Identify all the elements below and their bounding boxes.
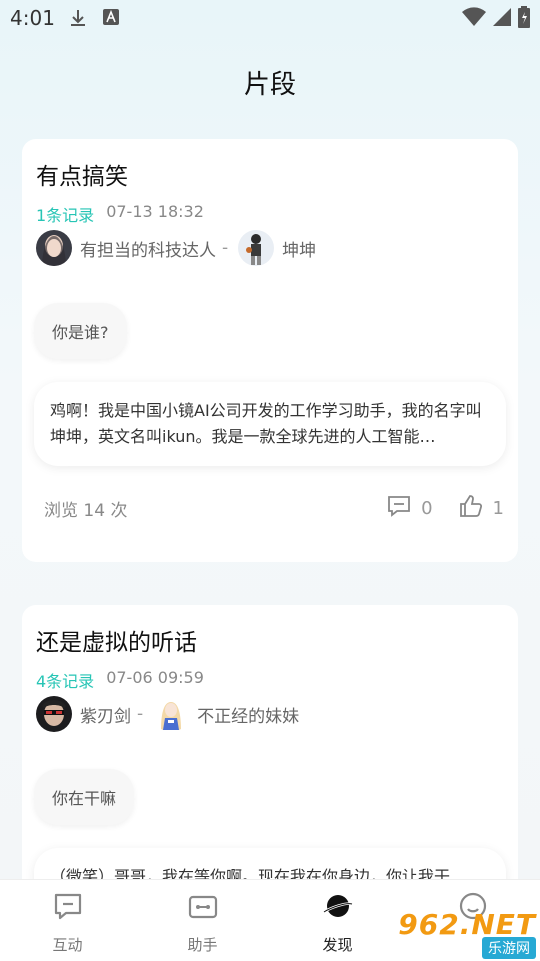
card-title: 还是虚拟的听话	[36, 630, 197, 656]
avatar[interactable]	[238, 230, 275, 266]
wifi-icon	[462, 7, 486, 31]
user-name: 不正经的妹妹	[197, 706, 300, 727]
a-notification-icon	[102, 8, 120, 30]
view-count: 浏览 14 次	[44, 501, 128, 521]
status-bar: 4:01	[0, 0, 540, 36]
chat-icon	[53, 892, 83, 926]
question-bubble: 你在干嘛	[34, 769, 135, 825]
record-count[interactable]: 4条记录	[36, 668, 94, 692]
card-meta: 4条记录 07-06 09:59	[36, 668, 204, 692]
participants: 紫刃剑 - 不正经的妹妹	[36, 696, 299, 732]
nav-label: 发现	[322, 936, 353, 954]
like-count: 1	[492, 498, 504, 519]
comment-count: 0	[421, 498, 433, 519]
separator: -	[222, 238, 229, 258]
comment-icon	[387, 495, 411, 522]
fragment-card[interactable]: 有点搞笑 1条记录 07-13 18:32 有担当的科技达人 - 坤坤 你是谁?…	[22, 139, 518, 562]
separator: -	[137, 704, 144, 724]
watermark-top: 962.NET	[398, 907, 536, 941]
question-bubble: 你是谁?	[34, 303, 127, 359]
battery-icon	[518, 6, 530, 32]
answer-bubble: 鸡啊！我是中国小镜AI公司开发的工作学习助手，我的名字叫坤坤，英文名叫ikun。…	[34, 382, 506, 466]
avatar[interactable]	[36, 696, 72, 732]
user-name: 紫刃剑	[80, 706, 131, 727]
nav-label: 互动	[52, 936, 83, 954]
avatar[interactable]	[153, 696, 190, 732]
watermark-bottom: 乐游网	[482, 936, 536, 959]
nav-item-interaction[interactable]: 互动	[0, 880, 135, 961]
record-count[interactable]: 1条记录	[36, 202, 94, 226]
card-date: 07-06 09:59	[106, 668, 204, 687]
avatar[interactable]	[36, 230, 72, 266]
user-name: 坤坤	[282, 240, 317, 261]
nav-label: 助手	[187, 936, 218, 954]
like-stat[interactable]: 1	[459, 495, 504, 522]
card-date: 07-13 18:32	[106, 202, 204, 221]
comment-stat[interactable]: 0	[387, 495, 433, 522]
watermark-logo: 962.NET 乐游网	[398, 907, 536, 959]
nav-item-assistant[interactable]: 助手	[135, 880, 270, 961]
participants: 有担当的科技达人 - 坤坤	[36, 230, 316, 266]
page-title: 片段	[243, 70, 296, 100]
status-time: 4:01	[10, 6, 55, 30]
fragment-card[interactable]: 还是虚拟的听话 4条记录 07-06 09:59 紫刃剑 - 不正经的妹妹 你在…	[22, 605, 518, 906]
card-meta: 1条记录 07-13 18:32	[36, 202, 204, 226]
user-name: 有担当的科技达人	[80, 240, 216, 261]
thumbs-up-icon	[459, 495, 483, 522]
nav-item-discover[interactable]: 发现	[270, 880, 405, 961]
card-footer: 浏览 14 次 0 1	[44, 495, 504, 522]
signal-icon	[492, 7, 512, 31]
robot-icon	[188, 892, 218, 926]
planet-icon	[322, 892, 354, 926]
card-title: 有点搞笑	[36, 164, 128, 190]
download-icon	[68, 8, 88, 32]
